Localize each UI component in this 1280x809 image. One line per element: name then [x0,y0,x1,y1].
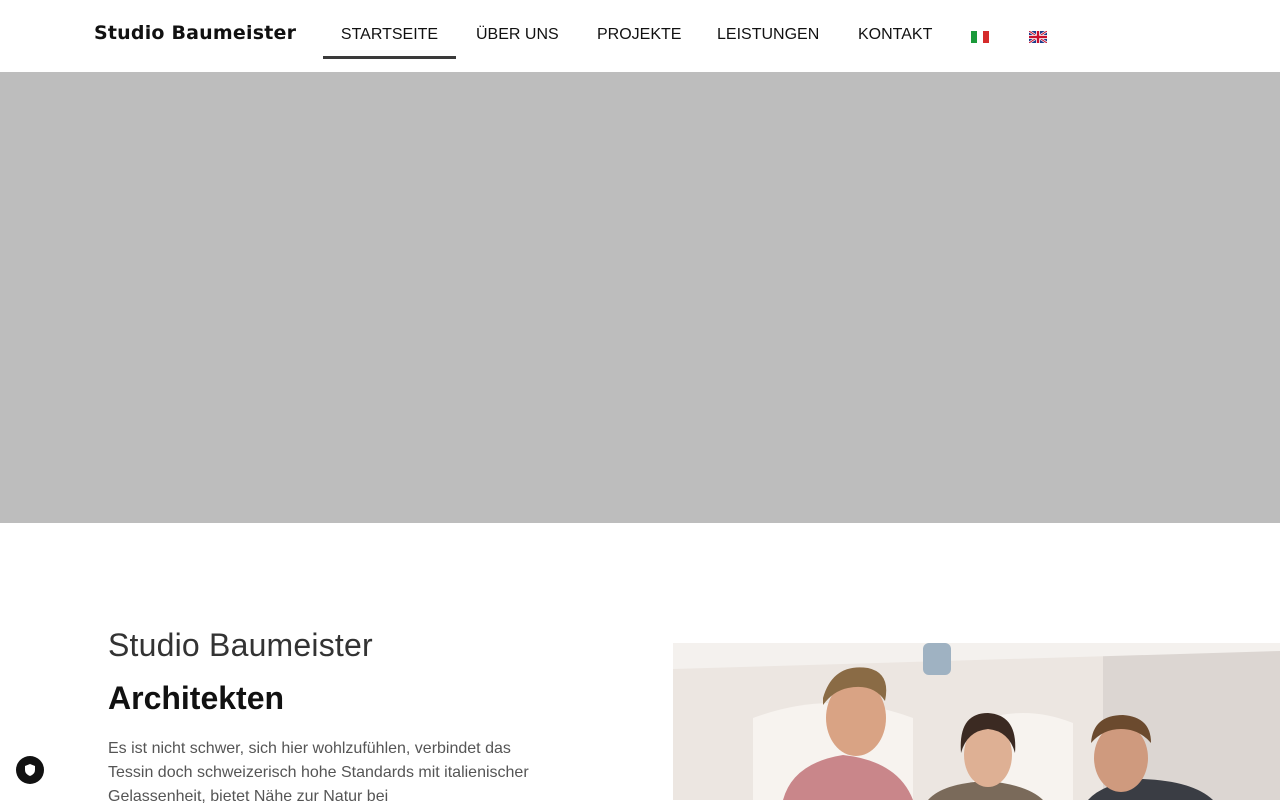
hero-banner [0,72,1280,523]
intro-title: Studio Baumeister [108,627,373,663]
nav-item-kontakt[interactable]: KONTAKT [858,0,932,59]
privacy-settings-button[interactable] [16,756,44,784]
nav-item-startseite[interactable]: STARTSEITE [323,0,456,59]
nav-item-projekte[interactable]: PROJEKTE [597,0,681,59]
site-header: Studio Baumeister STARTSEITE ÜBER UNS PR… [0,0,1280,72]
shield-icon [16,764,44,787]
english-flag-icon[interactable] [1028,30,1048,44]
nav-item-ueber-uns[interactable]: ÜBER UNS [476,0,559,59]
team-photo [673,643,1280,800]
intro-subtitle: Architekten [108,680,285,716]
intro-text: Es ist nicht schwer, sich hier wohlzufüh… [108,740,529,805]
site-logo[interactable]: Studio Baumeister [94,22,296,44]
italian-flag-icon[interactable] [971,30,989,43]
nav-item-leistungen[interactable]: LEISTUNGEN [717,0,819,59]
